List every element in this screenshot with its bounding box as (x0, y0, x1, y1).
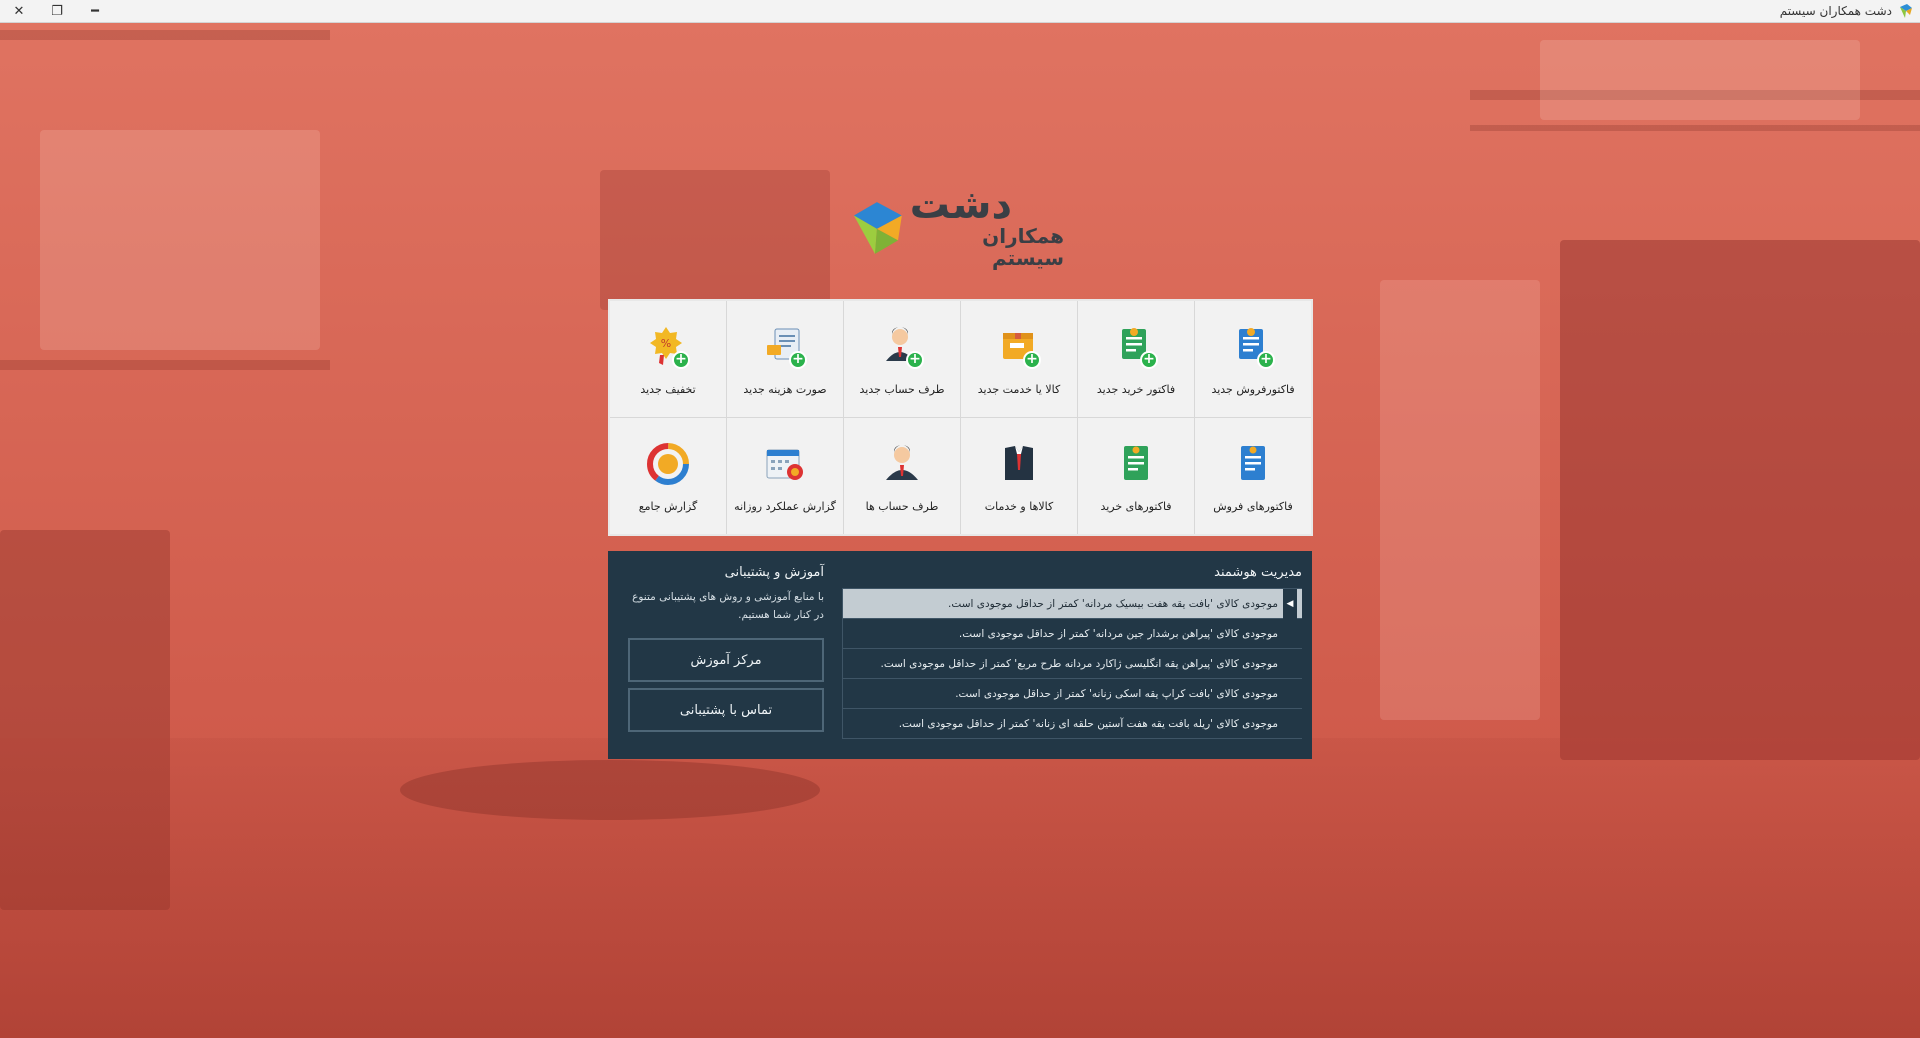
support-description: با منابع آموزشی و روش های پشتیبانی متنوع… (632, 591, 824, 621)
tile-new-account-party[interactable]: + طرف حساب جدید (844, 301, 960, 417)
window-title: دشت همکاران سیستم (1779, 4, 1892, 18)
tile-label: کالاها و خدمات (984, 499, 1054, 513)
alert-text: موجودی کالای 'بافت یقه هفت بیسیک مردانه'… (948, 597, 1278, 610)
svg-text:%: % (661, 337, 671, 350)
alert-text: موجودی کالای 'بافت کراپ یقه اسکی زنانه' … (955, 687, 1278, 700)
tile-daily-report[interactable]: گزارش عملکرد روزانه (727, 418, 843, 534)
brand-wordmark: دشت همکاران سیستم (910, 185, 1064, 269)
tile-label: فاکتورهای فروش (1213, 499, 1293, 513)
tile-label: طرف حساب جدید (859, 382, 945, 396)
window-titlebar: ✕ ❐ ━ دشت همکاران سیستم (0, 0, 1920, 23)
alert-item[interactable]: موجودی کالای 'پیراهن یقه انگلیسی ژاکارد … (842, 649, 1302, 679)
alert-text: موجودی کالای 'پیراهن یقه انگلیسی ژاکارد … (880, 657, 1278, 670)
tile-label: فاکتورهای خرید (1100, 499, 1172, 513)
alert-item[interactable]: موجودی کالای 'ریله بافت یقه هفت آستین حل… (842, 709, 1302, 739)
new-product-icon: + (995, 323, 1043, 371)
purchase-invoices-icon (1112, 440, 1160, 488)
brand-logo-icon (853, 202, 902, 254)
tile-new-product[interactable]: + کالا یا خدمت جدید (961, 301, 1077, 417)
training-support-section: آموزش و پشتیبانی با منابع آموزشی و روش ه… (628, 565, 824, 738)
tile-comprehensive-report[interactable]: گزارش جامع (610, 418, 726, 534)
tile-label: گزارش عملکرد روزانه (734, 499, 836, 513)
tile-account-parties[interactable]: طرف حساب ها (844, 418, 960, 534)
new-expense-icon: + (761, 323, 809, 371)
tile-new-purchase-invoice[interactable]: + فاکتور خرید جدید (1078, 301, 1194, 417)
tile-new-sales-invoice[interactable]: + فاکتورفروش جدید (1195, 301, 1311, 417)
smart-management-title: مدیریت هوشمند (1214, 565, 1302, 580)
quick-access-tiles: + فاکتورفروش جدید + فاکتور خرید جدید + ک… (608, 299, 1313, 536)
brand-company: همکاران سیستم (982, 224, 1064, 270)
brand-logo: دشت همکاران سیستم (852, 185, 1064, 269)
tile-label: تخفیف جدید (640, 382, 696, 396)
alert-text: موجودی کالای 'پیراهن برشدار جین مردانه' … (958, 627, 1278, 640)
inventory-alerts-list: ◀ موجودی کالای 'بافت یقه هفت بیسیک مردان… (842, 588, 1302, 739)
support-title: آموزش و پشتیبانی (724, 565, 824, 580)
tile-products-services[interactable]: کالاها و خدمات (961, 418, 1077, 534)
minimize-icon[interactable]: ━ (76, 0, 114, 23)
sales-invoices-icon (1229, 440, 1277, 488)
new-purchase-invoice-icon: + (1112, 323, 1160, 371)
tile-label: کالا یا خدمت جدید (977, 382, 1061, 396)
brand-name: دشت (909, 182, 1012, 228)
alert-item[interactable]: ◀ موجودی کالای 'بافت یقه هفت بیسیک مردان… (842, 589, 1302, 619)
account-parties-icon (878, 440, 926, 488)
smart-management-section: مدیریت هوشمند ◀ موجودی کالای 'بافت یقه ه… (842, 565, 1302, 739)
selected-row-icon: ◀ (1283, 589, 1297, 619)
training-center-button[interactable]: مرکز آموزش (628, 638, 824, 682)
tile-label: فاکتورفروش جدید (1211, 382, 1295, 396)
tile-label: طرف حساب ها (865, 499, 939, 513)
alert-text: موجودی کالای 'ریله بافت یقه هفت آستین حل… (898, 717, 1278, 730)
dashboard-panel: مدیریت هوشمند ◀ موجودی کالای 'بافت یقه ه… (608, 551, 1312, 759)
tile-sales-invoices[interactable]: فاکتورهای فروش (1195, 418, 1311, 534)
contact-support-button[interactable]: تماس با پشتیبانی (628, 688, 824, 732)
products-services-icon (995, 440, 1043, 488)
window-controls: ✕ ❐ ━ (0, 0, 114, 23)
tile-purchase-invoices[interactable]: فاکتورهای خرید (1078, 418, 1194, 534)
alert-item[interactable]: موجودی کالای 'پیراهن برشدار جین مردانه' … (842, 619, 1302, 649)
comprehensive-report-icon (644, 440, 692, 488)
tile-new-expense[interactable]: + صورت هزینه جدید (727, 301, 843, 417)
tile-label: گزارش جامع (638, 499, 698, 513)
window-title-area: دشت همکاران سیستم (1780, 3, 1920, 19)
new-discount-icon: % + (644, 323, 692, 371)
tile-label: فاکتور خرید جدید (1096, 382, 1176, 396)
new-sales-invoice-icon: + (1229, 323, 1277, 371)
tile-new-discount[interactable]: % + تخفیف جدید (610, 301, 726, 417)
restore-icon[interactable]: ❐ (38, 0, 76, 23)
alert-item[interactable]: موجودی کالای 'بافت کراپ یقه اسکی زنانه' … (842, 679, 1302, 709)
close-icon[interactable]: ✕ (0, 0, 38, 23)
tile-label: صورت هزینه جدید (743, 382, 827, 396)
daily-report-icon (761, 440, 809, 488)
new-account-party-icon: + (878, 323, 926, 371)
app-logo-icon (1900, 4, 1912, 18)
